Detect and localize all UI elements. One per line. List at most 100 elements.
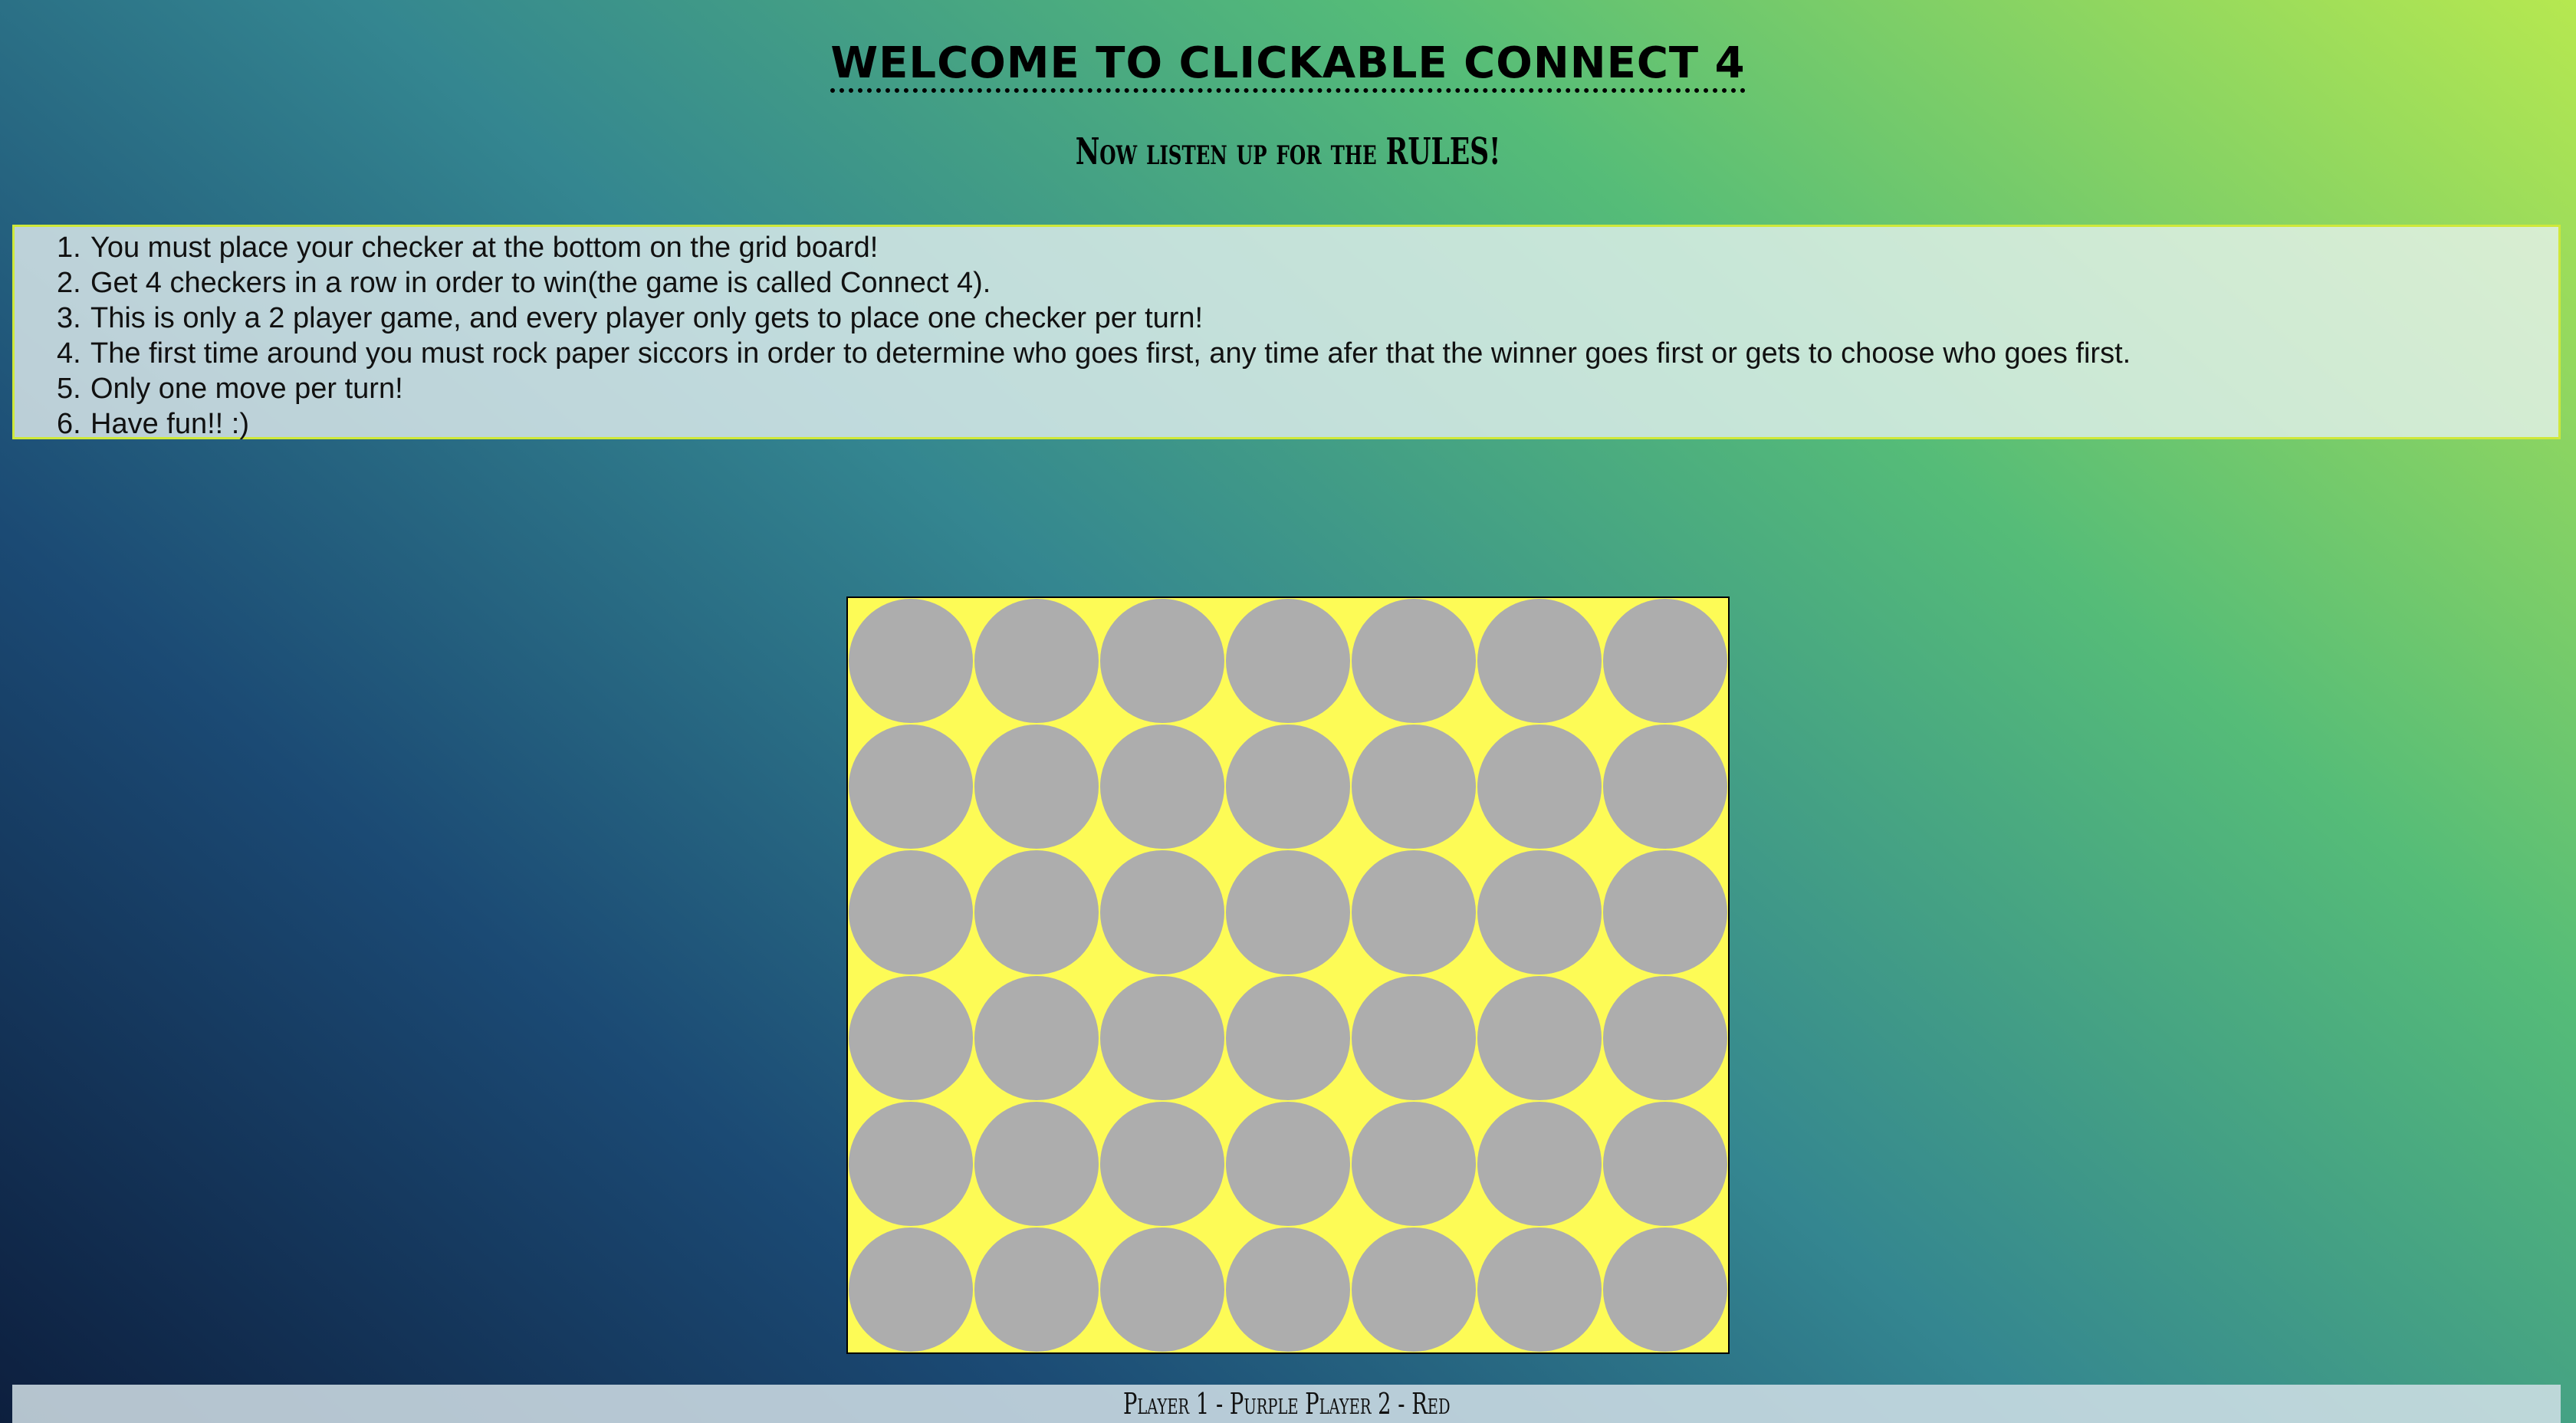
checker-slot xyxy=(1603,725,1727,849)
checker-slot xyxy=(1100,725,1224,849)
rule-text: You must place your checker at the botto… xyxy=(90,232,879,264)
board-cell[interactable] xyxy=(1225,1101,1351,1227)
checker-slot xyxy=(1603,599,1727,723)
rule-item: 6. Have fun!! :) xyxy=(57,406,2131,442)
checker-slot xyxy=(1477,725,1602,849)
checker-slot xyxy=(1226,599,1350,723)
board-cell[interactable] xyxy=(1099,1227,1225,1352)
board-cell[interactable] xyxy=(1225,850,1351,975)
checker-slot xyxy=(1477,1102,1602,1226)
checker-slot xyxy=(849,1102,973,1226)
rules-list: 1. You must place your checker at the bot… xyxy=(57,230,2131,442)
board-cell[interactable] xyxy=(848,975,974,1101)
rule-text: The first time around you must rock pape… xyxy=(90,337,2131,370)
rule-number: 4. xyxy=(57,337,81,370)
board-cell[interactable] xyxy=(848,850,974,975)
board-cell[interactable] xyxy=(974,1101,1099,1227)
board-cell[interactable] xyxy=(1602,975,1728,1101)
board-cell[interactable] xyxy=(1602,598,1728,724)
checker-slot xyxy=(1477,976,1602,1100)
board-cell[interactable] xyxy=(1099,724,1225,850)
rule-text: Only one move per turn! xyxy=(90,373,403,405)
checker-slot xyxy=(849,850,973,974)
board-cell[interactable] xyxy=(1351,975,1477,1101)
rule-number: 3. xyxy=(57,302,81,334)
rule-item: 3. This is only a 2 player game, and ever… xyxy=(57,301,2131,336)
board-cell[interactable] xyxy=(1351,1101,1477,1227)
board-cell[interactable] xyxy=(1351,724,1477,850)
checker-slot xyxy=(1352,725,1476,849)
checker-slot xyxy=(1100,976,1224,1100)
rule-item: 4. The first time around you must rock pa… xyxy=(57,336,2131,371)
checker-slot xyxy=(1477,1227,1602,1352)
board-cell[interactable] xyxy=(1351,598,1477,724)
rule-text: Get 4 checkers in a row in order to win(… xyxy=(90,267,991,299)
board-cell[interactable] xyxy=(848,1227,974,1352)
checker-slot xyxy=(1352,1227,1476,1352)
game-board xyxy=(846,596,1730,1354)
checker-slot xyxy=(1352,1102,1476,1226)
player-legend-bar: Player 1 - Purple Player 2 - Red xyxy=(12,1385,2561,1423)
page-title-text: WELCOME TO CLICKABLE CONNECT 4 xyxy=(830,38,1746,93)
checker-slot xyxy=(1603,1227,1727,1352)
board-cell[interactable] xyxy=(1602,850,1728,975)
board-cell[interactable] xyxy=(1351,850,1477,975)
checker-slot xyxy=(1477,599,1602,723)
board-cell[interactable] xyxy=(1099,1101,1225,1227)
board-cell[interactable] xyxy=(1477,724,1602,850)
board-cell[interactable] xyxy=(974,1227,1099,1352)
board-cell[interactable] xyxy=(974,724,1099,850)
rule-text: Have fun!! :) xyxy=(90,408,249,440)
board-cell[interactable] xyxy=(974,850,1099,975)
board-cell[interactable] xyxy=(974,975,1099,1101)
checker-slot xyxy=(849,976,973,1100)
board-cell[interactable] xyxy=(1225,1227,1351,1352)
board-cell[interactable] xyxy=(1099,850,1225,975)
rule-number: 2. xyxy=(57,267,81,299)
board-cell[interactable] xyxy=(1477,1101,1602,1227)
board-cell[interactable] xyxy=(1477,1227,1602,1352)
board-cell[interactable] xyxy=(1477,975,1602,1101)
checker-slot xyxy=(1226,725,1350,849)
checker-slot xyxy=(974,725,1099,849)
board-cell[interactable] xyxy=(1225,724,1351,850)
board-cell[interactable] xyxy=(1477,850,1602,975)
checker-slot xyxy=(974,599,1099,723)
page-title: WELCOME TO CLICKABLE CONNECT 4 xyxy=(0,29,2576,104)
board-cell[interactable] xyxy=(1602,724,1728,850)
board-cell[interactable] xyxy=(1225,975,1351,1101)
board-cell[interactable] xyxy=(1602,1227,1728,1352)
checker-slot xyxy=(1226,850,1350,974)
checker-slot xyxy=(974,1227,1099,1352)
board-cell[interactable] xyxy=(1477,598,1602,724)
board-cell[interactable] xyxy=(1225,598,1351,724)
board-cell[interactable] xyxy=(848,724,974,850)
rule-item: 5. Only one move per turn! xyxy=(57,371,2131,406)
checker-slot xyxy=(1100,1227,1224,1352)
checker-slot xyxy=(1352,976,1476,1100)
rule-item: 2. Get 4 checkers in a row in order to wi… xyxy=(57,265,2131,301)
checker-slot xyxy=(1603,1102,1727,1226)
checker-slot xyxy=(1477,850,1602,974)
checker-slot xyxy=(849,599,973,723)
checker-slot xyxy=(1100,599,1224,723)
board-cell[interactable] xyxy=(1602,1101,1728,1227)
player-legend-text: Player 1 - Purple Player 2 - Red xyxy=(1122,1387,1451,1421)
board-cell[interactable] xyxy=(848,1101,974,1227)
checker-slot xyxy=(1226,1227,1350,1352)
checker-slot xyxy=(1603,850,1727,974)
checker-slot xyxy=(1603,976,1727,1100)
board-cell[interactable] xyxy=(1351,1227,1477,1352)
checker-slot xyxy=(849,725,973,849)
board-cell[interactable] xyxy=(974,598,1099,724)
checker-slot xyxy=(1100,850,1224,974)
rule-number: 5. xyxy=(57,373,81,405)
checker-slot xyxy=(849,1227,973,1352)
board-cell[interactable] xyxy=(1099,598,1225,724)
board-cell[interactable] xyxy=(1099,975,1225,1101)
rules-heading: Now listen up for the RULES! xyxy=(1075,130,1501,173)
checker-slot xyxy=(1100,1102,1224,1226)
board-cell[interactable] xyxy=(848,598,974,724)
checker-slot xyxy=(1352,850,1476,974)
rule-number: 6. xyxy=(57,408,81,440)
